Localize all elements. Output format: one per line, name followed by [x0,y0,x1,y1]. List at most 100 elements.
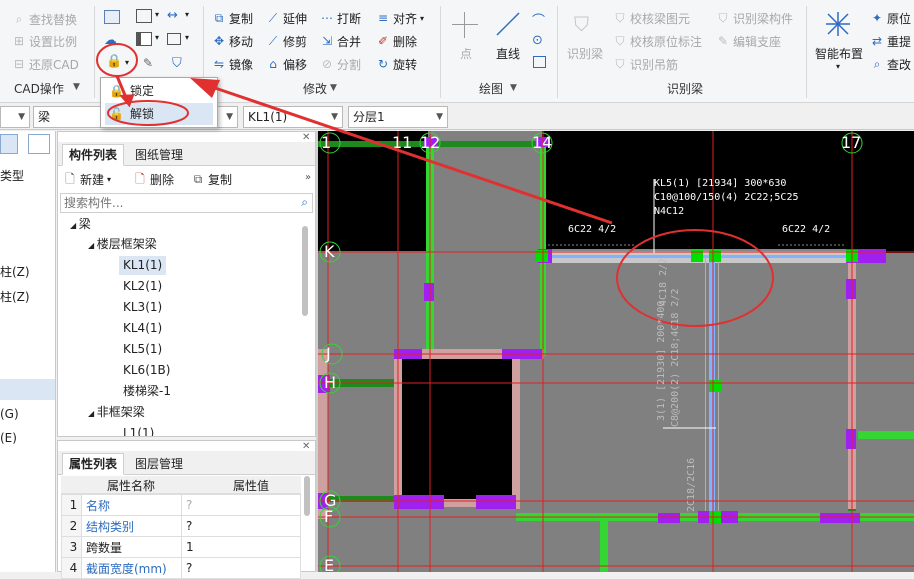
recognize-hanger-button[interactable]: ⛉ 识别吊筋 [613,54,678,74]
copy-button[interactable]: ⧉ 复制 [212,8,253,28]
inplace-icon: ✦ [871,11,883,25]
layer-select[interactable]: 分层1 ▼ [348,106,448,128]
mirror-button[interactable]: ⇋ 镜像 [212,54,253,74]
recognize-beam-button[interactable]: 识别梁 [567,45,603,62]
list-view-icon[interactable] [0,134,18,154]
splitter[interactable] [316,131,318,572]
brush-icon[interactable]: ✎ [143,56,153,70]
cad-canvas[interactable]: 1 11 12 14 17 K J H G F E KL5(1) [21934]… [318,131,914,572]
grid-view-icon[interactable] [28,134,50,154]
lock-icon[interactable]: 🔒 [106,54,122,70]
chevron-down-icon[interactable]: ▼ [73,82,80,92]
nav-item-column-2[interactable]: 柱(Z) [0,288,30,305]
chevron-down-icon[interactable]: ▼ [510,83,517,93]
tree-root[interactable]: ◢ 梁 [70,215,91,234]
set-scale-button[interactable]: ⊞ 设置比例 [12,31,77,51]
delete-button[interactable]: ✐ 删除 [376,31,417,51]
chevron-down-icon[interactable]: ▾ [125,58,129,67]
resize-icon[interactable]: ↔ [167,8,178,23]
window-icon[interactable] [136,9,152,23]
tree-item-kl3[interactable]: KL3(1) [123,298,162,317]
search-input[interactable] [61,194,286,212]
chevron-down-icon[interactable]: ▾ [155,10,159,19]
check-annotation-icon: ⛉ [615,34,625,48]
move-button[interactable]: ✥ 移动 [212,31,253,51]
nav-item-selected[interactable] [0,379,55,400]
scrollbar[interactable] [302,226,308,316]
copy-component-button[interactable]: ⧉ 复制 [191,169,232,189]
tree-item-kl1[interactable]: KL1(1) [119,256,167,275]
check-beam-button[interactable]: ⛉ 校核梁图元 [613,8,690,28]
panel-icon[interactable] [136,32,152,46]
axis-label-top: 11 [392,133,413,152]
split-button[interactable]: ⊘ 分割 [320,54,361,74]
break-icon: ⋯ [321,11,333,25]
inplace-button[interactable]: ✦ 原位 [870,8,911,28]
more-icon[interactable]: » [305,172,311,183]
lock-menu-item[interactable]: 🔒 锁定 [105,80,213,102]
filter-icon[interactable]: ⛉ [172,56,182,71]
tree-item-kl5[interactable]: KL5(1) [123,340,162,359]
circle-icon[interactable]: ⊙ [532,33,543,48]
arc-icon[interactable]: ⌒ [532,10,545,29]
layer-icon[interactable] [104,10,120,24]
group-label-draw: 绘图 [479,82,504,96]
combo-prev[interactable]: ▼ [0,106,30,128]
frame-icon[interactable] [167,33,181,45]
tree-item-kl2[interactable]: KL2(1) [123,277,162,296]
scrollbar[interactable] [304,476,310,516]
component-select[interactable]: KL1(1) ▼ [243,106,343,128]
new-button[interactable]: 🗋 新建 ▾ [63,169,111,189]
delete-component-button[interactable]: 🗋 删除 [133,169,174,189]
tab-component-list[interactable]: 构件列表 [62,144,125,166]
nav-item-column[interactable]: 柱(Z) [0,263,30,280]
tree-item-stair-beam[interactable]: 楼梯梁-1 [123,382,171,401]
property-header: 属性名称 属性值 [61,476,301,494]
point-button[interactable]: 点 [460,45,472,62]
merge-button[interactable]: ⇲ 合并 [320,31,361,51]
table-row[interactable]: 4 截面宽度(mm)? [61,557,301,579]
nav-item-e[interactable]: (E) [0,431,17,445]
tree-group-frame-beam[interactable]: ◢ 楼层框架梁 [88,235,157,254]
axis-lines [318,131,914,572]
table-row[interactable]: 3 跨数量 1 [61,536,301,558]
rectangle-icon[interactable] [533,56,546,68]
tab-property-list[interactable]: 属性列表 [62,453,125,475]
tab-drawing-manage[interactable]: 图纸管理 [128,144,190,166]
tree-item-l1[interactable]: L1(1) [123,424,154,436]
table-row[interactable]: 2 结构类别? [61,515,301,537]
tree-item-kl4[interactable]: KL4(1) [123,319,162,338]
check-annotation-button[interactable]: ⛉ 校核原位标注 [613,31,702,51]
trim-button[interactable]: ⟋ 修剪 [266,31,307,51]
chevron-down-icon[interactable]: ▾ [185,10,189,19]
search-icon[interactable]: ⌕ [301,195,308,210]
tab-layer-manage[interactable]: 图层管理 [128,453,190,475]
find-replace-button[interactable]: ⌕ 查找替换 [12,9,77,29]
smart-layout-button[interactable]: 智能布置 [815,45,863,62]
break-button[interactable]: ⋯ 打断 [320,8,361,28]
extend-button[interactable]: ⟋ 延伸 [266,8,307,28]
extend-icon: ⟋ [268,11,278,25]
tree-group-nonframe-beam[interactable]: ◢ 非框架梁 [88,403,145,422]
query-button[interactable]: ⌕ 查改 [870,54,911,74]
nav-item-type[interactable]: 类型 [0,167,24,184]
chevron-down-icon[interactable]: ▾ [185,33,189,42]
search-box[interactable]: ⌕ [60,193,313,213]
chevron-down-icon[interactable]: ▾ [155,33,159,42]
restore-cad-button[interactable]: ⊟ 还原CAD [12,54,79,74]
edit-support-button[interactable]: ✎ 编辑支座 [716,31,781,51]
tree-item-kl6[interactable]: KL6(1B) [123,361,170,380]
offset-button[interactable]: ⌂ 偏移 [266,54,307,74]
nav-item-g[interactable]: (G) [0,407,19,421]
chevron-down-icon[interactable]: ▼ [330,83,337,93]
chevron-down-icon[interactable]: ▾ [836,62,840,71]
line-button[interactable]: 直线 [496,45,520,62]
table-row[interactable]: 1 名称? [61,494,301,516]
reextract-button[interactable]: ⇄ 重提 [870,31,911,51]
rebar-annotation: 4C18 2/2 [658,257,669,306]
unlock-menu-item[interactable]: 🔓 解锁 [105,103,213,125]
align-button[interactable]: ≡ 对齐 ▾ [376,8,424,28]
recognize-component-button[interactable]: ⛉ 识别梁构件 [716,8,793,28]
rotate-button[interactable]: ↻ 旋转 [376,54,417,74]
cloud-icon[interactable]: ☁ [104,33,117,48]
